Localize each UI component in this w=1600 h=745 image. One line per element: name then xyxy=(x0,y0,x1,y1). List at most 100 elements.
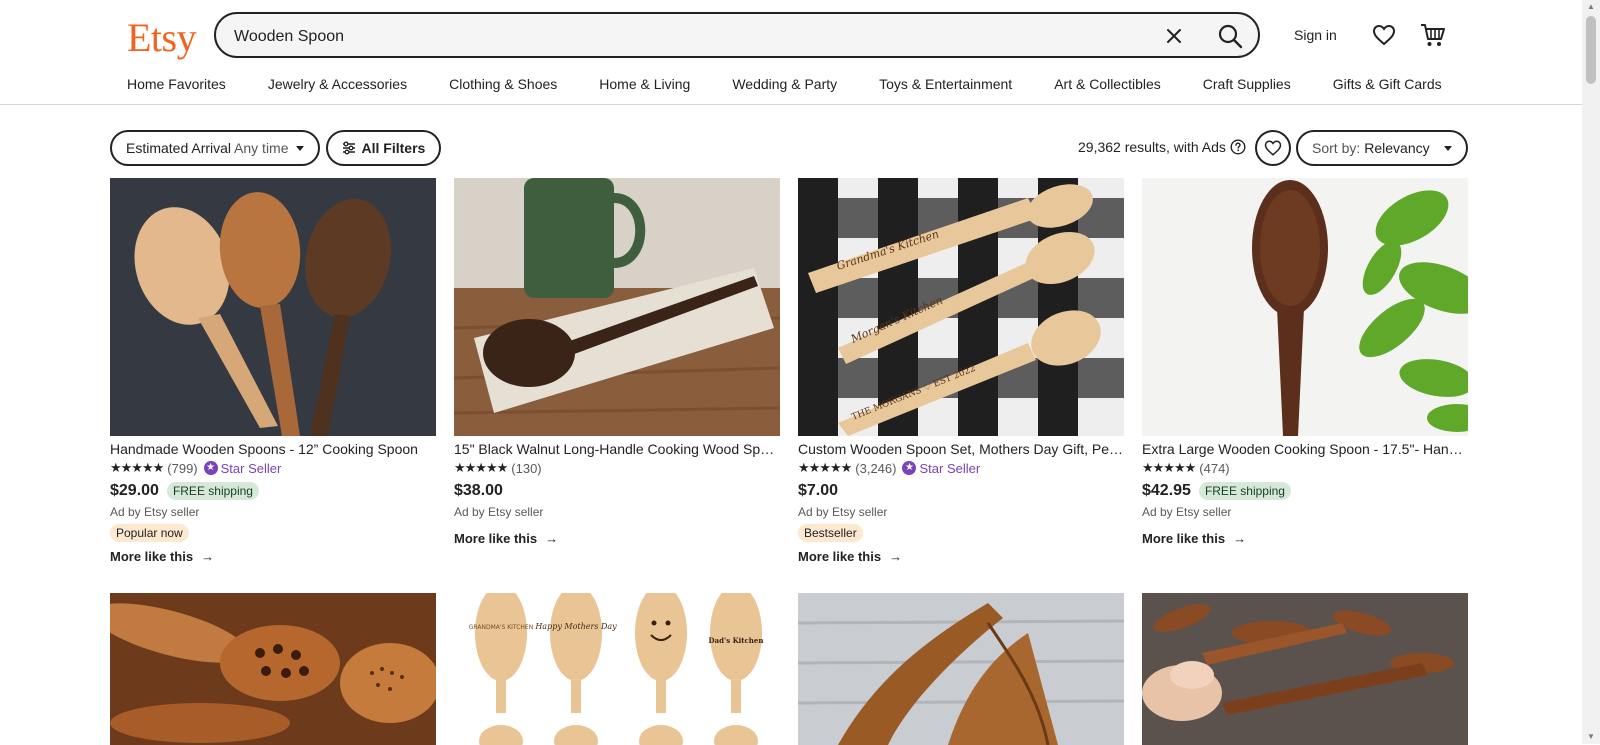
review-count: (3,246) xyxy=(855,460,897,476)
ad-label: Ad by Etsy seller xyxy=(110,505,200,519)
arrow-right-icon: → xyxy=(889,549,903,564)
sort-label: Sort by: xyxy=(1312,140,1361,156)
search-icon[interactable] xyxy=(1216,22,1244,50)
results-count: 29,362 results, with Ads xyxy=(1078,139,1246,155)
scrollbar-thumb[interactable] xyxy=(1586,16,1596,84)
price-row: $7.00 xyxy=(798,482,1124,500)
product-card[interactable] xyxy=(1142,593,1468,745)
product-image[interactable]: Grandma's Kitchen Morgan's Kitchen THE M… xyxy=(798,178,1124,436)
star-rating: ★★★★★ xyxy=(1142,460,1196,475)
help-question-icon[interactable] xyxy=(1230,139,1246,155)
more-like-this-link[interactable]: More like this → xyxy=(1142,531,1468,546)
product-image[interactable] xyxy=(798,593,1124,745)
scroll-up-icon[interactable]: ▲ xyxy=(1587,2,1595,11)
chevron-down-icon xyxy=(295,145,304,151)
estimated-arrival-dropdown[interactable]: Estimated Arrival Any time xyxy=(110,130,320,166)
ad-label: Ad by Etsy seller xyxy=(1142,505,1232,519)
page-scrollbar[interactable]: ▲ ▼ xyxy=(1582,0,1600,744)
review-count: (474) xyxy=(1199,460,1230,476)
star-seller-label: Star Seller xyxy=(919,460,981,476)
product-card[interactable]: GRANDMA'S KITCHEN Happy Mothers Day Dad'… xyxy=(454,593,780,745)
star-rating: ★★★★★ xyxy=(110,460,164,475)
category-link-clothing[interactable]: Clothing & Shoes xyxy=(449,76,557,92)
ad-label: Ad by Etsy seller xyxy=(798,505,888,519)
arrow-right-icon: → xyxy=(545,531,559,546)
product-image[interactable] xyxy=(454,178,780,436)
more-like-this-label: More like this xyxy=(1142,531,1226,546)
chevron-down-icon xyxy=(1443,145,1452,151)
popular-now-badge: Popular now xyxy=(110,524,189,542)
all-filters-label: All Filters xyxy=(361,140,426,156)
more-like-this-link[interactable]: More like this → xyxy=(454,531,780,546)
review-count: (799) xyxy=(167,460,198,476)
product-price: $42.95 xyxy=(1142,482,1191,499)
review-count: (130) xyxy=(511,460,542,476)
product-card[interactable]: Handmade Wooden Spoons - 12” Cooking Spo… xyxy=(110,178,436,564)
sort-value: Relevancy xyxy=(1364,140,1430,156)
ad-label: Ad by Etsy seller xyxy=(454,505,544,519)
category-link-craft[interactable]: Craft Supplies xyxy=(1203,76,1291,92)
scroll-down-icon[interactable]: ▼ xyxy=(1587,732,1595,741)
product-title[interactable]: 15" Black Walnut Long-Handle Cooking Woo… xyxy=(454,441,780,457)
arrow-right-icon: → xyxy=(201,549,215,564)
search-input[interactable] xyxy=(232,24,1116,50)
category-nav: Home Favorites Jewelry & Accessories Clo… xyxy=(127,76,1484,92)
product-rating: ★★★★★ (474) xyxy=(1142,460,1468,476)
favorites-heart-icon[interactable] xyxy=(1372,23,1396,47)
product-title[interactable]: Extra Large Wooden Cooking Spoon - 17.5"… xyxy=(1142,441,1468,457)
star-seller-label: Star Seller xyxy=(220,460,282,476)
product-card[interactable] xyxy=(110,593,436,745)
more-like-this-link[interactable]: More like this → xyxy=(110,549,436,564)
star-rating: ★★★★★ xyxy=(454,460,508,475)
engraving-text: Happy Mothers Day xyxy=(534,622,617,631)
product-title[interactable]: Custom Wooden Spoon Set, Mothers Day Gif… xyxy=(798,441,1124,457)
sign-in-link[interactable]: Sign in xyxy=(1294,27,1337,43)
product-card[interactable] xyxy=(798,593,1124,745)
price-row: $42.95 FREE shipping xyxy=(1142,482,1468,500)
category-link-jewelry[interactable]: Jewelry & Accessories xyxy=(268,76,407,92)
sort-dropdown[interactable]: Sort by: Relevancy xyxy=(1296,130,1468,166)
category-link-gifts[interactable]: Gifts & Gift Cards xyxy=(1333,76,1442,92)
product-rating: ★★★★★ (799) ★ Star Seller xyxy=(110,460,436,476)
arrival-label: Estimated Arrival xyxy=(126,140,232,156)
cart-icon[interactable] xyxy=(1420,22,1446,48)
all-filters-button[interactable]: All Filters xyxy=(325,130,442,166)
product-card[interactable]: Grandma's Kitchen Morgan's Kitchen THE M… xyxy=(798,178,1124,564)
product-image[interactable] xyxy=(1142,593,1468,745)
heart-icon xyxy=(1264,140,1282,156)
category-link-home-favorites[interactable]: Home Favorites xyxy=(127,76,226,92)
results-text: 29,362 results, with Ads xyxy=(1078,139,1226,155)
star-seller-badge: ★ Star Seller xyxy=(203,460,282,476)
product-card[interactable]: 15" Black Walnut Long-Handle Cooking Woo… xyxy=(454,178,780,546)
more-like-this-label: More like this xyxy=(454,531,538,546)
category-link-home-living[interactable]: Home & Living xyxy=(599,76,690,92)
price-row: $38.00 xyxy=(454,482,780,500)
product-image[interactable] xyxy=(110,178,436,436)
star-rating: ★★★★★ xyxy=(798,460,852,475)
free-shipping-badge: FREE shipping xyxy=(1198,482,1291,500)
product-price: $7.00 xyxy=(798,482,839,499)
product-rating: ★★★★★ (130) xyxy=(454,460,780,476)
filter-bar: Estimated Arrival Any time All Filters xyxy=(110,130,442,166)
search-bar[interactable] xyxy=(214,12,1260,58)
product-title[interactable]: Handmade Wooden Spoons - 12” Cooking Spo… xyxy=(110,441,436,457)
more-like-this-label: More like this xyxy=(798,549,882,564)
category-link-wedding[interactable]: Wedding & Party xyxy=(732,76,837,92)
category-link-toys[interactable]: Toys & Entertainment xyxy=(879,76,1012,92)
product-card[interactable]: Extra Large Wooden Cooking Spoon - 17.5"… xyxy=(1142,178,1468,546)
arrow-right-icon: → xyxy=(1233,531,1247,546)
product-price: $38.00 xyxy=(454,482,503,499)
price-row: $29.00 FREE shipping xyxy=(110,482,436,500)
category-link-art[interactable]: Art & Collectibles xyxy=(1054,76,1161,92)
product-image[interactable]: GRANDMA'S KITCHEN Happy Mothers Day Dad'… xyxy=(454,593,780,745)
clear-icon[interactable] xyxy=(1164,26,1184,46)
more-like-this-link[interactable]: More like this → xyxy=(798,549,1124,564)
product-rating: ★★★★★ (3,246) ★ Star Seller xyxy=(798,460,1124,476)
product-image[interactable] xyxy=(1142,178,1468,436)
product-image[interactable] xyxy=(110,593,436,745)
etsy-logo[interactable]: Etsy xyxy=(127,14,197,61)
save-search-button[interactable] xyxy=(1255,130,1291,166)
star-seller-icon: ★ xyxy=(203,461,218,475)
star-seller-badge: ★ Star Seller xyxy=(902,461,980,476)
engraving-text: GRANDMA'S KITCHEN xyxy=(469,624,533,631)
